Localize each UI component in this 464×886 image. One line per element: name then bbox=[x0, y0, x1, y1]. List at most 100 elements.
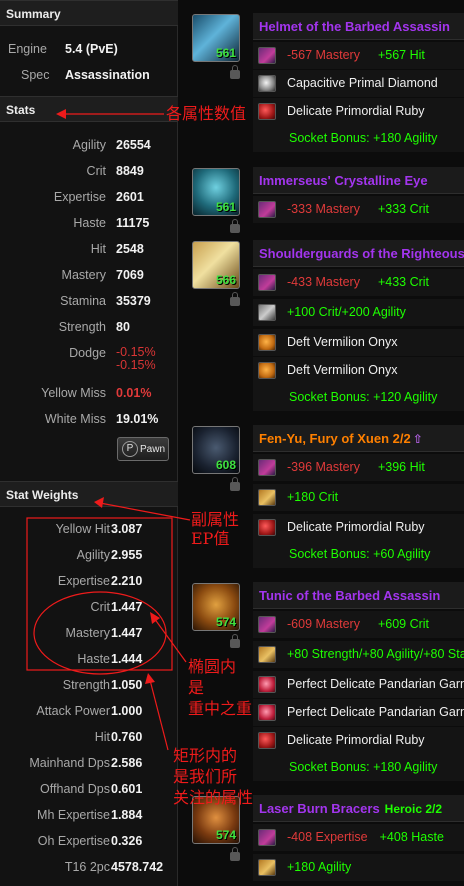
item-name[interactable]: Shoulderguards of the Righteous Stand bbox=[259, 246, 464, 261]
reforge-row[interactable]: -567 Mastery +567 Hit bbox=[253, 42, 464, 69]
gem-icon[interactable] bbox=[258, 103, 276, 120]
gem-row[interactable]: Delicate Primordial Ruby bbox=[253, 514, 464, 541]
lock-icon[interactable] bbox=[230, 219, 240, 233]
spec-row: Spec Assassination bbox=[0, 62, 178, 88]
lock-icon[interactable] bbox=[230, 292, 240, 306]
gem-icon[interactable] bbox=[258, 519, 276, 536]
item-icon[interactable]: 561 bbox=[192, 168, 240, 216]
weight-row: Mastery 1.447 bbox=[0, 620, 178, 646]
reforge-minus: -408 Expertise bbox=[287, 830, 368, 844]
item-name-text: Laser Burn Bracers bbox=[259, 801, 380, 816]
item-header[interactable]: Immerseus' Crystalline Eye bbox=[253, 167, 464, 194]
socket-bonus: Socket Bonus: +180 Agility bbox=[253, 125, 464, 152]
item-name[interactable]: Tunic of the Barbed Assassin bbox=[259, 588, 440, 603]
reforge-row[interactable]: -433 Mastery +433 Crit bbox=[253, 269, 464, 296]
enchant-icon[interactable] bbox=[258, 304, 276, 321]
item-icon[interactable]: 561 bbox=[192, 14, 240, 62]
stat-row-hit: Hit 2548 bbox=[0, 236, 178, 262]
enchant-icon[interactable] bbox=[258, 859, 276, 876]
weight-label: Strength bbox=[62, 678, 110, 692]
reforge-plus: +609 Crit bbox=[377, 617, 430, 631]
reforge-row[interactable]: -609 Mastery +609 Crit bbox=[253, 611, 464, 638]
weight-row: Attack Power 1.000 bbox=[0, 698, 178, 724]
enchant-icon[interactable] bbox=[258, 489, 276, 506]
enchant-row[interactable]: +180 Agility bbox=[253, 854, 464, 881]
weight-row: Expertise 2.210 bbox=[0, 568, 178, 594]
reforge-icon[interactable] bbox=[258, 201, 276, 218]
item-header[interactable]: Laser Burn Bracers Heroic 2/2 bbox=[253, 795, 464, 822]
weight-row: Yellow Hit 3.087 bbox=[0, 516, 178, 542]
item-name[interactable]: Immerseus' Crystalline Eye bbox=[259, 173, 428, 188]
stat-value: 2601 bbox=[116, 190, 144, 204]
pawn-label: Pawn bbox=[140, 444, 166, 455]
gem-icon[interactable] bbox=[258, 362, 276, 379]
item-header[interactable]: Tunic of the Barbed Assassin bbox=[253, 582, 464, 609]
enchant-row[interactable]: +180 Crit bbox=[253, 484, 464, 511]
reforge-row[interactable]: -333 Mastery +333 Crit bbox=[253, 196, 464, 223]
lock-icon[interactable] bbox=[230, 847, 240, 861]
stat-value: 11175 bbox=[116, 216, 150, 230]
gem-icon[interactable] bbox=[258, 75, 276, 92]
row-text: +100 Crit/+200 Agility bbox=[287, 305, 406, 319]
stats-header: Stats bbox=[0, 96, 178, 122]
row-text: Perfect Delicate Pandarian Garnet bbox=[287, 705, 464, 719]
weight-label: T16 2pc bbox=[64, 860, 110, 874]
row-text: -333 Mastery +333 Crit bbox=[287, 202, 429, 216]
gem-row[interactable]: Perfect Delicate Pandarian Garnet bbox=[253, 699, 464, 726]
item-icon[interactable]: 608 bbox=[192, 426, 240, 474]
lock-icon[interactable] bbox=[230, 634, 240, 648]
weight-row: Offhand Dps 0.601 bbox=[0, 776, 178, 802]
rect-annotation-3: 关注的属性 bbox=[173, 788, 254, 807]
gem-row[interactable]: Deft Vermilion Onyx bbox=[253, 329, 464, 356]
weight-label: Mastery bbox=[65, 626, 110, 640]
item-header[interactable]: Fen-Yu, Fury of Xuen 2/2 ⇧ bbox=[253, 425, 464, 452]
ellipse-annotation-3: 重中之重 bbox=[188, 699, 253, 718]
weight-value: 0.760 bbox=[111, 730, 143, 744]
item-name[interactable]: Helmet of the Barbed Assassin bbox=[259, 19, 450, 34]
gem-icon[interactable] bbox=[258, 704, 276, 721]
lock-icon[interactable] bbox=[230, 65, 240, 79]
item-icon[interactable]: 566 bbox=[192, 241, 240, 289]
gem-row[interactable]: Perfect Delicate Pandarian Garnet bbox=[253, 671, 464, 698]
lock-icon[interactable] bbox=[230, 477, 240, 491]
socket-bonus-text: Socket Bonus: +120 Agility bbox=[289, 390, 438, 404]
enchant-row[interactable]: +80 Strength/+80 Agility/+80 Stamina bbox=[253, 641, 464, 668]
weight-row: Mainhand Dps 2.586 bbox=[0, 750, 178, 776]
weight-value: 3.087 bbox=[111, 522, 143, 536]
engine-value: 5.4 (PvE) bbox=[65, 42, 118, 56]
gem-icon[interactable] bbox=[258, 732, 276, 749]
gem-row[interactable]: Delicate Primordial Ruby bbox=[253, 98, 464, 125]
item-icon[interactable]: 574 bbox=[192, 583, 240, 631]
item-header[interactable]: Shoulderguards of the Righteous Stand bbox=[253, 240, 464, 267]
gem-row[interactable]: Capacitive Primal Diamond bbox=[253, 70, 464, 97]
item-name[interactable]: Fen-Yu, Fury of Xuen 2/2 ⇧ bbox=[259, 431, 423, 446]
reforge-minus: -396 Mastery bbox=[287, 460, 360, 474]
enchant-icon[interactable] bbox=[258, 646, 276, 663]
stat-label: Strength bbox=[58, 320, 106, 334]
weight-label: Crit bbox=[90, 600, 110, 614]
weight-label: Haste bbox=[77, 652, 110, 666]
item-header[interactable]: Helmet of the Barbed Assassin bbox=[253, 13, 464, 40]
item-name[interactable]: Laser Burn Bracers Heroic 2/2 bbox=[259, 801, 442, 816]
stat-row-crit: Crit 8849 bbox=[0, 158, 178, 184]
gem-icon[interactable] bbox=[258, 676, 276, 693]
reforge-icon[interactable] bbox=[258, 47, 276, 64]
row-text: -433 Mastery +433 Crit bbox=[287, 275, 429, 289]
reforge-row[interactable]: -396 Mastery +396 Hit bbox=[253, 454, 464, 481]
row-text: Capacitive Primal Diamond bbox=[287, 76, 438, 90]
stat-label: Yellow Miss bbox=[41, 386, 106, 400]
gem-row[interactable]: Delicate Primordial Ruby bbox=[253, 727, 464, 754]
gem-row[interactable]: Deft Vermilion Onyx bbox=[253, 357, 464, 384]
summary-title: Summary bbox=[6, 7, 61, 21]
reforge-plus: +396 Hit bbox=[377, 460, 425, 474]
reforge-icon[interactable] bbox=[258, 829, 276, 846]
reforge-plus: +408 Haste bbox=[379, 830, 444, 844]
weight-value: 1.447 bbox=[111, 626, 143, 640]
pawn-button[interactable]: P Pawn bbox=[117, 437, 169, 461]
gem-icon[interactable] bbox=[258, 334, 276, 351]
reforge-icon[interactable] bbox=[258, 274, 276, 291]
reforge-icon[interactable] bbox=[258, 459, 276, 476]
reforge-icon[interactable] bbox=[258, 616, 276, 633]
enchant-row[interactable]: +100 Crit/+200 Agility bbox=[253, 299, 464, 326]
reforge-row[interactable]: -408 Expertise +408 Haste bbox=[253, 824, 464, 851]
